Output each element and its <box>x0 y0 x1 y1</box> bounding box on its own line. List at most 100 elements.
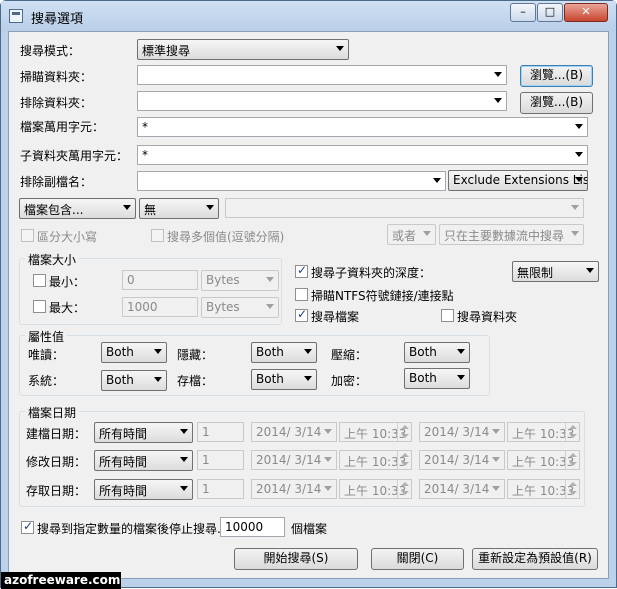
spinner-icon[interactable] <box>565 480 579 498</box>
created-date-from-input[interactable]: 2014/ 3/14 <box>251 422 337 442</box>
stream-select[interactable]: 只在主要數據流中搜尋 <box>439 224 584 245</box>
ntfs-links-checkbox[interactable] <box>295 288 308 301</box>
modified-time-from-input[interactable]: 上午 10:33 <box>339 450 412 470</box>
search-files-checkbox[interactable] <box>295 307 308 322</box>
system-select[interactable]: Both <box>101 370 167 391</box>
readonly-value: Both <box>106 345 134 359</box>
search-mode-value: 標準搜尋 <box>142 44 191 58</box>
app-icon <box>9 9 23 23</box>
created-time-from-input[interactable]: 上午 10:33 <box>339 422 412 442</box>
close-button[interactable]: 關閉(C) <box>371 548 464 570</box>
exclude-ext-list-select[interactable]: Exclude Extensions List <box>448 170 588 191</box>
content-type-value: 檔案包含... <box>24 203 84 217</box>
chevron-down-icon <box>180 429 188 434</box>
accessed-time-from-input[interactable]: 上午 10:33 <box>339 479 412 499</box>
hidden-select[interactable]: Both <box>251 342 317 363</box>
chevron-down-icon <box>494 72 502 77</box>
browse-scan-folder-button[interactable]: 瀏覽...(B) <box>520 65 593 87</box>
exclude-ext-input[interactable] <box>137 171 446 191</box>
content-text-input[interactable] <box>225 198 584 218</box>
min-size-input[interactable]: 0 <box>122 270 198 290</box>
multi-value-checkbox[interactable] <box>151 229 164 242</box>
chevron-down-icon <box>586 268 594 273</box>
compressed-label: 壓縮： <box>331 348 368 362</box>
archive-select[interactable]: Both <box>251 369 317 390</box>
subfolder-depth-value: 無限制 <box>517 266 554 280</box>
case-sensitive-label: 區分大小寫 <box>37 230 98 244</box>
accessed-time-to-input[interactable]: 上午 10:33 <box>507 479 580 499</box>
modified-time-to-input[interactable]: 上午 10:33 <box>507 450 580 470</box>
created-date-number-input[interactable]: 1 <box>197 422 244 442</box>
created-date-from-value: 2014/ 3/14 <box>256 425 322 439</box>
subfolder-depth-select[interactable]: 無限制 <box>512 261 599 282</box>
search-folders-checkbox[interactable] <box>441 309 454 322</box>
spinner-icon[interactable] <box>397 423 411 441</box>
chevron-down-icon <box>571 205 579 210</box>
accessed-date-label: 存取日期： <box>26 484 87 498</box>
modified-date-mode-select[interactable]: 所有時間 <box>94 450 193 471</box>
created-time-to-input[interactable]: 上午 10:33 <box>507 422 580 442</box>
exclude-folder-input[interactable] <box>137 91 507 111</box>
content-type-select[interactable]: 檔案包含... <box>19 198 136 219</box>
readonly-label: 唯讀： <box>28 348 65 362</box>
subfolder-depth-checkbox[interactable] <box>295 263 308 278</box>
min-size-checkbox[interactable] <box>33 274 46 287</box>
max-size-checkbox[interactable] <box>33 300 46 313</box>
chevron-down-icon <box>492 486 500 491</box>
hidden-value: Both <box>256 345 284 359</box>
chevron-down-icon <box>492 457 500 462</box>
compressed-value: Both <box>409 345 437 359</box>
min-size-unit-select[interactable]: Bytes <box>201 270 279 291</box>
stop-after-count-input[interactable]: 10000 <box>220 517 285 537</box>
accessed-date-mode-select[interactable]: 所有時間 <box>94 479 193 500</box>
spinner-icon[interactable] <box>565 451 579 469</box>
chevron-down-icon <box>492 429 500 434</box>
scan-folder-input[interactable] <box>137 65 507 85</box>
stop-after-label: 搜尋到指定數量的檔案後停止搜尋. <box>37 522 221 536</box>
min-size-unit-value: Bytes <box>206 273 240 287</box>
minimize-button[interactable]: – <box>510 3 536 22</box>
accessed-date-from-input[interactable]: 2014/ 3/14 <box>251 479 337 499</box>
spinner-icon[interactable] <box>397 451 411 469</box>
readonly-select[interactable]: Both <box>101 342 167 363</box>
multi-value-label: 搜尋多個值(逗號分隔) <box>167 230 285 244</box>
created-date-to-value: 2014/ 3/14 <box>424 425 490 439</box>
modified-date-number-input[interactable]: 1 <box>197 450 244 470</box>
title-bar[interactable]: 搜尋選項 – □ ✕ <box>1 1 616 31</box>
stream-value: 只在主要數據流中搜尋 <box>444 229 565 243</box>
start-search-button[interactable]: 開始搜尋(S) <box>234 548 358 570</box>
modified-date-to-input[interactable]: 2014/ 3/14 <box>419 450 505 470</box>
subfolder-depth-label: 搜尋子資料夾的深度： <box>311 266 432 280</box>
accessed-date-to-input[interactable]: 2014/ 3/14 <box>419 479 505 499</box>
browse-exclude-folder-button[interactable]: 瀏覽...(B) <box>520 92 593 114</box>
created-date-to-input[interactable]: 2014/ 3/14 <box>419 422 505 442</box>
chevron-down-icon <box>123 205 131 210</box>
compressed-select[interactable]: Both <box>404 342 470 363</box>
modified-date-from-input[interactable]: 2014/ 3/14 <box>251 450 337 470</box>
spinner-icon[interactable] <box>565 423 579 441</box>
search-mode-select[interactable]: 標準搜尋 <box>137 39 349 60</box>
max-size-unit-select[interactable]: Bytes <box>201 297 279 318</box>
search-mode-label: 搜尋模式： <box>20 44 81 58</box>
file-wildcard-input[interactable]: * <box>137 117 588 137</box>
accessed-date-number-input[interactable]: 1 <box>197 479 244 499</box>
chevron-down-icon <box>324 429 332 434</box>
modified-date-label: 修改日期： <box>26 455 87 469</box>
spinner-icon[interactable] <box>397 480 411 498</box>
case-sensitive-checkbox[interactable] <box>21 229 34 242</box>
created-date-mode-select[interactable]: 所有時間 <box>94 422 193 443</box>
encrypted-select[interactable]: Both <box>404 368 470 389</box>
close-window-button[interactable]: ✕ <box>564 3 608 22</box>
system-label: 系統： <box>28 374 65 388</box>
search-folders-label: 搜尋資料夾 <box>457 310 518 324</box>
accessed-date-mode-value: 所有時間 <box>99 484 148 498</box>
chevron-down-icon <box>154 349 162 354</box>
maximize-button[interactable]: □ <box>537 3 563 22</box>
subfolder-wildcard-input[interactable]: * <box>137 145 588 165</box>
content-encoding-select[interactable]: 無 <box>139 198 219 219</box>
max-size-input[interactable]: 1000 <box>122 297 198 317</box>
stop-after-checkbox[interactable] <box>21 519 34 534</box>
logic-operator-select[interactable]: 或者 <box>387 224 436 245</box>
file-wildcard-label: 檔案萬用字元： <box>20 120 105 134</box>
reset-defaults-button[interactable]: 重新設定為預設值(R) <box>472 548 598 570</box>
